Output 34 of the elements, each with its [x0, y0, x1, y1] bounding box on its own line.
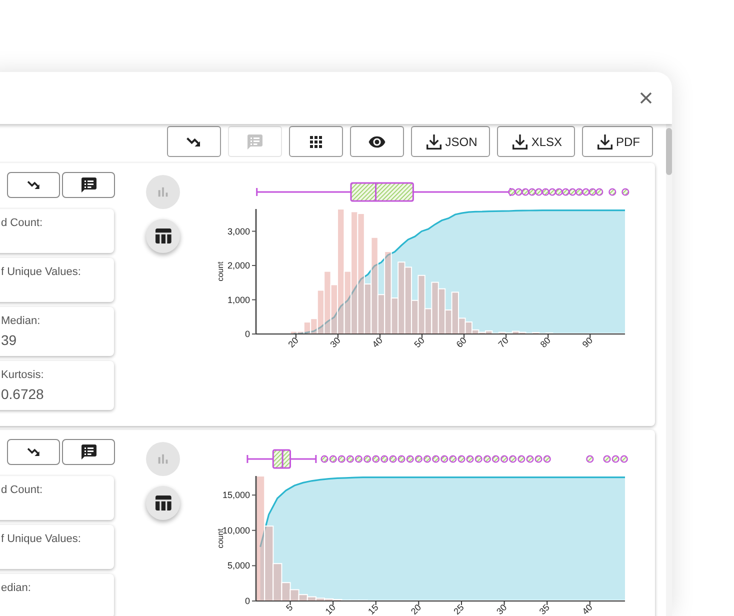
- tick-label: 15,000: [222, 490, 250, 500]
- stat-value: 39: [1, 332, 18, 348]
- stat-value: 0.6728: [1, 386, 45, 402]
- tick-label: 2,000: [227, 260, 250, 270]
- tick-label: 30: [328, 335, 342, 350]
- tick-label: 20: [408, 602, 424, 616]
- tick-label: 40: [580, 602, 594, 616]
- axis-title: count: [216, 262, 225, 282]
- stat-label: edian:: [1, 582, 32, 594]
- tick-label: 15: [366, 602, 380, 616]
- tick-label: 0: [244, 596, 250, 606]
- tick-label: 10,000: [222, 525, 250, 536]
- tick-label: 40: [370, 335, 384, 350]
- tick-label: 25: [452, 602, 466, 616]
- tick-label: 60: [454, 335, 468, 350]
- stat-label: f Unique Values:: [1, 533, 82, 545]
- tick-label: 80: [538, 335, 552, 350]
- tick-label: 50: [412, 335, 426, 350]
- tick-label: 0: [244, 329, 250, 339]
- tick-label: 5: [284, 602, 295, 613]
- tick-label: 1,000: [227, 294, 250, 305]
- stat-label: Kurtosis:: [1, 369, 45, 381]
- tick-label: 90: [580, 335, 595, 350]
- stat-label: d Count:: [1, 484, 44, 496]
- tick-label: 30: [494, 602, 509, 616]
- tick-label: 10: [323, 602, 338, 616]
- stat-label: f Unique Values:: [1, 266, 82, 278]
- stat-label: d Count:: [1, 217, 44, 229]
- tick-label: 5,000: [227, 560, 250, 571]
- tick-label: 35: [537, 602, 552, 616]
- stat-label: Median:: [1, 315, 42, 327]
- tick-label: 20: [286, 335, 300, 350]
- tick-label: 3,000: [227, 226, 250, 236]
- tick-label: 70: [496, 335, 510, 350]
